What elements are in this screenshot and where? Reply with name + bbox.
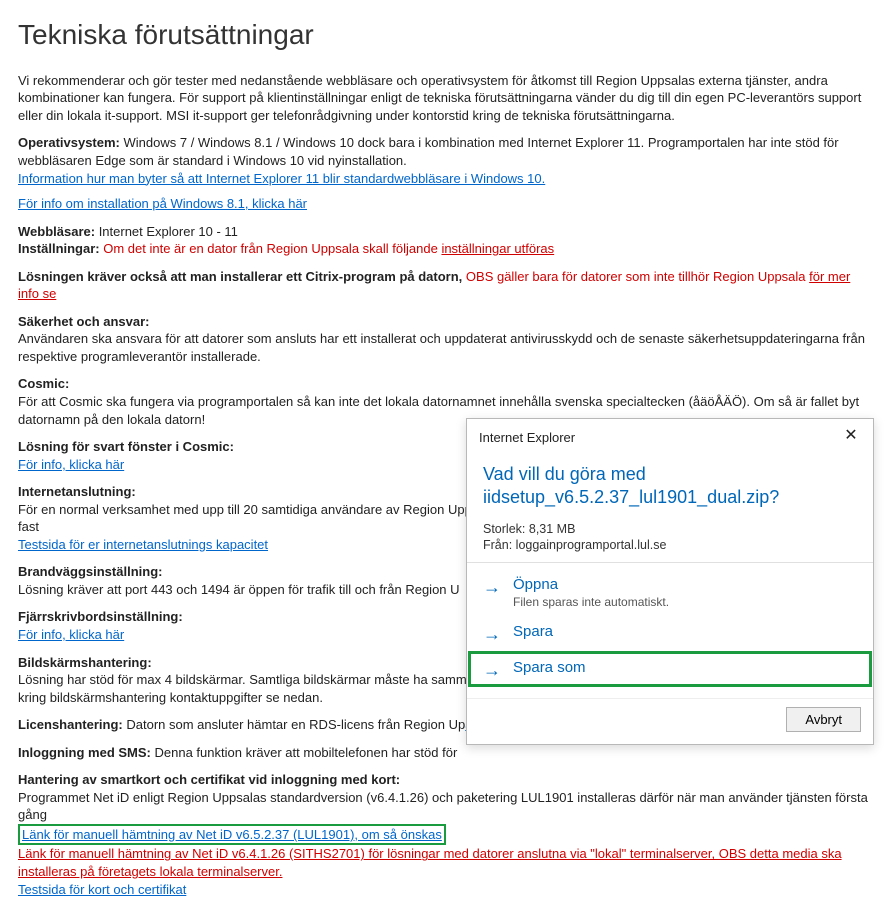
citrix-bold: Lösningen kräver också att man installer… bbox=[18, 269, 462, 284]
link-cert-test[interactable]: Testsida för kort och certifikat bbox=[18, 882, 186, 897]
settings-label: Inställningar: bbox=[18, 241, 100, 256]
option-save[interactable]: → Spara bbox=[467, 616, 873, 650]
browser-label: Webbläsare: bbox=[18, 224, 95, 239]
from-label: Från: bbox=[483, 538, 512, 552]
black-label: Lösning för svart fönster i Cosmic: bbox=[18, 439, 234, 454]
remote-label: Fjärrskrivbordsinställning: bbox=[18, 609, 183, 624]
page-title: Tekniska förutsättningar bbox=[18, 16, 869, 54]
browser-text: Internet Explorer 10 - 11 bbox=[95, 224, 238, 239]
link-ie11-default[interactable]: Information hur man byter så att Interne… bbox=[18, 171, 545, 186]
smartcard-text: Programmet Net iD enligt Region Uppsalas… bbox=[18, 790, 868, 823]
link-black-window[interactable]: För info, klicka här bbox=[18, 457, 124, 472]
option-save-label: Spara bbox=[513, 623, 553, 640]
link-netid-641[interactable]: Länk för manuell hämtning av Net iD v6.4… bbox=[18, 846, 842, 879]
option-save-as-label: Spara som bbox=[513, 659, 586, 676]
license-label: Licenshantering: bbox=[18, 717, 123, 732]
sms-text: Denna funktion kräver att mobiltelefonen… bbox=[151, 745, 457, 760]
link-remote-desktop[interactable]: För info, klicka här bbox=[18, 627, 124, 642]
cancel-button[interactable]: Avbryt bbox=[786, 707, 861, 732]
citrix-red: OBS gäller bara för datorer som inte til… bbox=[462, 269, 809, 284]
smartcard-label: Hantering av smartkort och certifikat vi… bbox=[18, 772, 400, 787]
dialog-question: Vad vill du göra med iidsetup_v6.5.2.37_… bbox=[483, 463, 857, 510]
option-save-as[interactable]: → Spara som bbox=[467, 650, 873, 688]
sms-label: Inloggning med SMS: bbox=[18, 745, 151, 760]
option-open-sub: Filen sparas inte automatiskt. bbox=[513, 595, 669, 609]
intro-text: Vi rekommenderar och gör tester med neda… bbox=[18, 72, 869, 125]
license-text: Datorn som ansluter hämtar en RDS-licens… bbox=[123, 717, 465, 732]
from-value: loggainprogramportal.lul.se bbox=[512, 538, 666, 552]
close-icon[interactable]: ✕ bbox=[841, 427, 861, 447]
download-dialog: Internet Explorer ✕ Vad vill du göra med… bbox=[466, 418, 874, 745]
dialog-title: Internet Explorer bbox=[479, 430, 575, 445]
internet-label: Internetanslutning: bbox=[18, 484, 136, 499]
size-label: Storlek: bbox=[483, 522, 525, 536]
arrow-right-icon: → bbox=[483, 625, 501, 643]
screen-label: Bildskärmshantering: bbox=[18, 655, 152, 670]
cosmic-label: Cosmic: bbox=[18, 376, 69, 391]
link-settings[interactable]: inställningar utföras bbox=[441, 241, 554, 256]
link-internet-test[interactable]: Testsida för er internetanslutnings kapa… bbox=[18, 537, 268, 552]
settings-redtext: Om det inte är en dator från Region Upps… bbox=[100, 241, 442, 256]
security-text: Användaren ska ansvara för att datorer s… bbox=[18, 331, 865, 364]
security-label: Säkerhet och ansvar: bbox=[18, 314, 150, 329]
os-label: Operativsystem: bbox=[18, 135, 120, 150]
arrow-right-icon: → bbox=[483, 661, 501, 679]
link-win81-install[interactable]: För info om installation på Windows 8.1,… bbox=[18, 196, 307, 211]
link-netid-652[interactable]: Länk för manuell hämtning av Net iD v6.5… bbox=[22, 827, 442, 842]
firewall-label: Brandväggsinställning: bbox=[18, 564, 162, 579]
option-open-label: Öppna bbox=[513, 576, 669, 593]
option-open[interactable]: → Öppna Filen sparas inte automatiskt. bbox=[467, 569, 873, 616]
os-text: Windows 7 / Windows 8.1 / Windows 10 doc… bbox=[18, 135, 839, 168]
firewall-text: Lösning kräver att port 443 och 1494 är … bbox=[18, 582, 460, 597]
arrow-right-icon: → bbox=[483, 578, 501, 596]
size-value: 8,31 MB bbox=[525, 522, 575, 536]
